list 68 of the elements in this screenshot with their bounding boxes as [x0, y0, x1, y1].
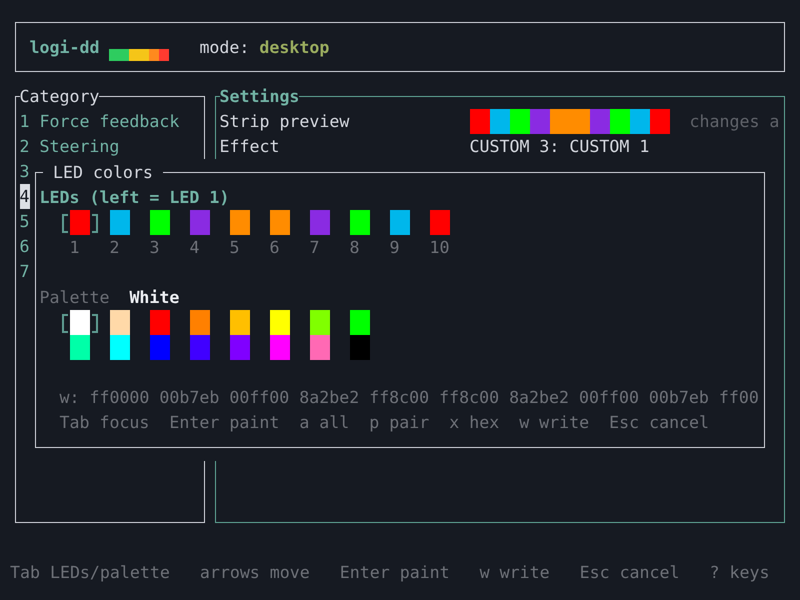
led-number: 5: [230, 236, 240, 258]
palette-swatch-icon[interactable]: [70, 334, 90, 360]
led-swatch-icon[interactable]: [150, 210, 170, 234]
hex-values-text: w: ff0000 00b7eb 00ff00 8a2be2 ff8c00 ff8c00 8a2be2 00ff00 00b7eb ff00: [60, 386, 759, 408]
palette-swatch-icon[interactable]: [150, 310, 170, 334]
key-hint: arrows move: [200, 562, 310, 584]
category-item[interactable]: 3: [20, 158, 30, 184]
setting-label: Strip preview: [220, 110, 350, 132]
palette-swatch-icon[interactable]: [230, 334, 250, 360]
palette-swatch-icon[interactable]: [230, 310, 250, 334]
palette-swatch-icon[interactable]: [310, 334, 330, 360]
palette-swatch-icon[interactable]: [60, 310, 100, 334]
palette-swatch-icon[interactable]: [350, 310, 370, 334]
palette-color-name: White: [129, 286, 180, 308]
palette-swatch-icon[interactable]: [110, 334, 130, 360]
category-item[interactable]: 5: [20, 208, 30, 234]
palette-swatch-icon[interactable]: [110, 310, 130, 334]
setting-label: Effect: [220, 136, 280, 158]
palette-swatch-icon[interactable]: [310, 310, 330, 334]
setting-value: CUSTOM 3: CUSTOM 1: [470, 136, 650, 158]
key-hint: w write: [480, 562, 550, 584]
key-hint: w write: [519, 412, 590, 434]
led-number: 3: [150, 236, 160, 258]
category-item[interactable]: 4: [20, 184, 30, 208]
led-number: 7: [310, 236, 320, 258]
key-hint: Esc cancel: [609, 412, 710, 434]
category-item[interactable]: 1 Force feedback: [20, 108, 180, 134]
key-hint: x hex: [449, 412, 500, 434]
mode-label: mode:: [199, 36, 250, 58]
mode-value: desktop: [259, 36, 330, 58]
palette-swatch-icon[interactable]: [270, 310, 290, 334]
led-swatch-icon[interactable]: [350, 210, 370, 234]
led-number: 10: [430, 236, 450, 258]
led-swatch-icon[interactable]: [310, 210, 330, 234]
category-item[interactable]: 7: [20, 258, 30, 284]
led-number: 8: [350, 236, 360, 258]
palette-label: Palette: [40, 286, 110, 308]
key-hint: Enter paint: [340, 562, 450, 584]
note-text: changes a: [690, 110, 780, 133]
category-item[interactable]: 6: [20, 234, 30, 258]
led-swatch-icon[interactable]: [430, 210, 450, 234]
palette-swatch-icon[interactable]: [190, 334, 210, 360]
key-hint: a all: [299, 412, 350, 434]
palette-swatch-icon[interactable]: [350, 334, 370, 360]
palette-swatch-icon[interactable]: [190, 310, 210, 334]
led-swatch-icon[interactable]: [190, 210, 210, 234]
segmented-bar-icon: [109, 48, 170, 60]
key-hint: Tab focus: [60, 412, 150, 434]
section-heading: LEDs (left = LED 1): [40, 186, 230, 208]
category-item[interactable]: 2 Steering: [20, 134, 120, 158]
led-swatch-icon[interactable]: [270, 210, 290, 234]
led-number: 9: [390, 236, 400, 258]
app-name: logi-dd: [30, 36, 100, 58]
key-hint: Tab LEDs/palette: [10, 562, 170, 584]
led-number: 6: [270, 236, 280, 258]
led-swatch-icon[interactable]: [110, 210, 130, 234]
led-number: 4: [190, 236, 200, 258]
palette-swatch-icon[interactable]: [270, 334, 290, 360]
key-hint: Enter paint: [169, 412, 280, 434]
key-hint: p pair: [369, 412, 430, 434]
palette-swatch-icon[interactable]: [150, 334, 170, 360]
led-swatch-icon[interactable]: [60, 210, 100, 234]
led-swatch-icon[interactable]: [230, 210, 250, 234]
led-swatch-icon[interactable]: [390, 210, 410, 234]
key-hint: Esc cancel: [580, 562, 680, 584]
led-number: 2: [110, 236, 120, 258]
key-hint: ? keys: [710, 562, 770, 584]
led-number: 1: [70, 236, 80, 258]
